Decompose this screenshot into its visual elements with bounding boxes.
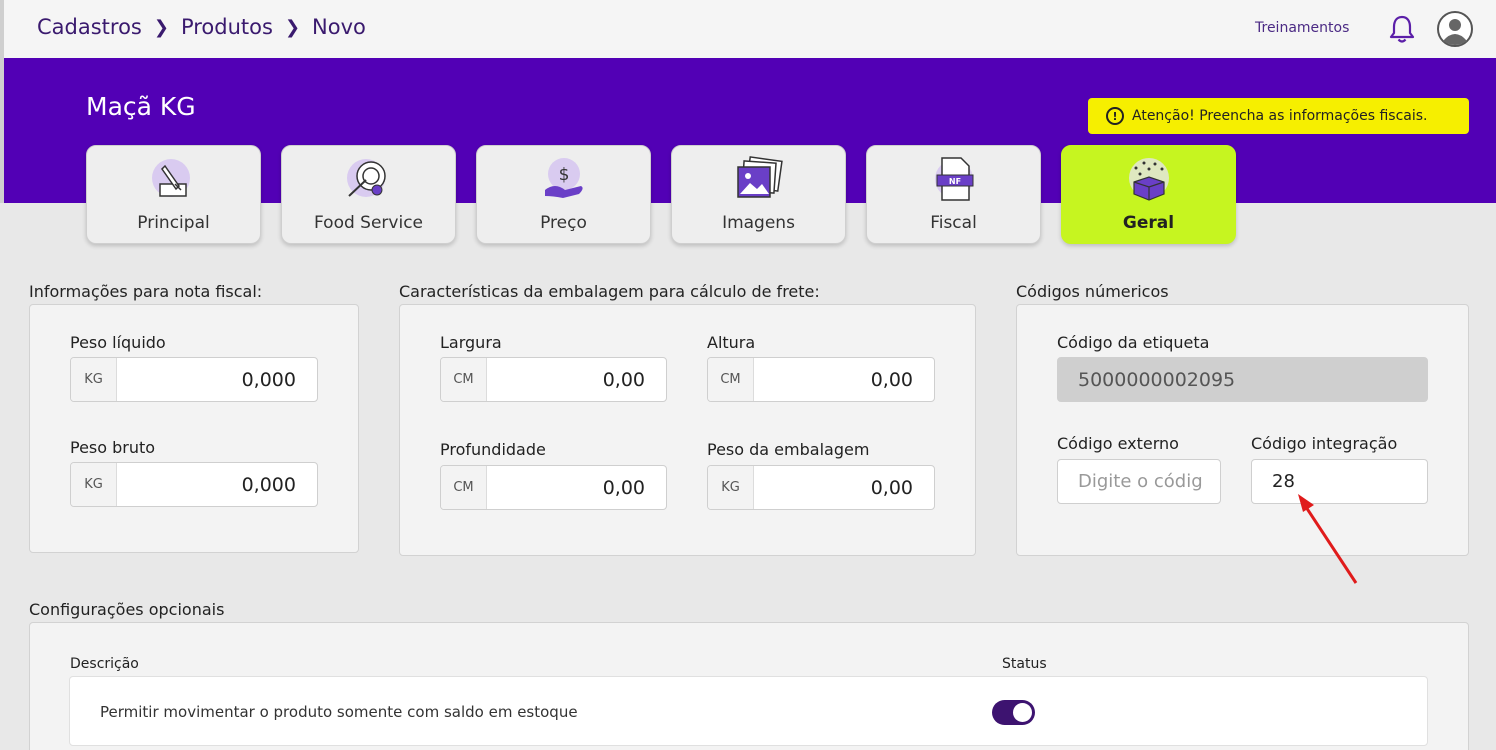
field-value: 0,00 <box>602 368 645 391</box>
table-row: Permitir movimentar o produto somente co… <box>69 676 1428 746</box>
tab-imagens[interactable]: Imagens <box>671 145 846 244</box>
column-header-status: Status <box>1002 656 1047 672</box>
treinamentos-link[interactable]: Treinamentos <box>1255 20 1349 36</box>
images-icon <box>737 156 783 198</box>
box-icon <box>1129 158 1169 201</box>
field-value: 5000000002095 <box>1078 368 1236 391</box>
unit-badge: KG <box>71 463 117 506</box>
field-value: 28 <box>1272 471 1295 492</box>
tab-principal[interactable]: Principal <box>86 145 261 244</box>
food-service-icon <box>347 159 386 197</box>
field-value: 0,00 <box>870 368 913 391</box>
label-peso-embalagem: Peso da embalagem <box>707 440 870 459</box>
unit-badge: KG <box>708 466 754 509</box>
status-toggle[interactable] <box>992 700 1035 725</box>
tab-preco[interactable]: $ Preço <box>476 145 651 244</box>
peso-bruto-input[interactable]: KG 0,000 <box>70 462 318 507</box>
alert-text: Atenção! Preencha as informações fiscais… <box>1132 108 1428 124</box>
label-largura: Largura <box>440 333 502 352</box>
toggle-knob <box>1013 703 1032 722</box>
breadcrumb-novo: Novo <box>312 15 366 39</box>
annotation-arrow-icon <box>1298 494 1358 584</box>
field-value: 0,00 <box>602 476 645 499</box>
altura-input[interactable]: CM 0,00 <box>707 357 935 402</box>
label-codigo-externo: Código externo <box>1057 434 1179 453</box>
tab-label: Principal <box>137 213 210 233</box>
breadcrumb: Cadastros ❯ Produtos ❯ Novo <box>37 15 366 39</box>
nf-document-icon: NF <box>935 157 974 201</box>
bell-icon[interactable] <box>1388 14 1416 44</box>
user-avatar-icon[interactable] <box>1437 11 1473 47</box>
field-value: 0,000 <box>241 368 296 391</box>
svg-text:NF: NF <box>949 177 961 186</box>
label-peso-liquido: Peso líquido <box>70 333 166 352</box>
peso-embalagem-input[interactable]: KG 0,00 <box>707 465 935 510</box>
unit-badge: CM <box>708 358 754 401</box>
tab-fiscal[interactable]: NF Fiscal <box>866 145 1041 244</box>
tab-label: Preço <box>540 213 587 233</box>
warning-icon: ! <box>1106 107 1124 125</box>
peso-liquido-input[interactable]: KG 0,000 <box>70 357 318 402</box>
section-title-codigos: Códigos númericos <box>1016 282 1169 301</box>
tab-label: Imagens <box>722 213 795 233</box>
section-title-embalagem: Características da embalagem para cálcul… <box>399 282 820 301</box>
chevron-right-icon: ❯ <box>284 16 301 38</box>
field-value: 0,000 <box>241 473 296 496</box>
fiscal-alert: ! Atenção! Preencha as informações fisca… <box>1088 98 1469 134</box>
codigo-etiqueta-input: 5000000002095 <box>1057 357 1428 402</box>
section-title-nota-fiscal: Informações para nota fiscal: <box>29 282 263 301</box>
tab-geral[interactable]: Geral <box>1061 145 1236 244</box>
tab-label: Geral <box>1122 213 1175 233</box>
chevron-right-icon: ❯ <box>153 16 169 38</box>
codigo-externo-input[interactable]: Digite o códig <box>1057 459 1221 504</box>
label-codigo-integracao: Código integração <box>1251 434 1398 453</box>
unit-badge: KG <box>71 358 117 401</box>
label-altura: Altura <box>707 333 756 352</box>
tab-label: Food Service <box>314 213 423 233</box>
breadcrumb-cadastros[interactable]: Cadastros <box>37 15 142 39</box>
tab-label: Fiscal <box>930 213 977 233</box>
unit-badge: CM <box>441 358 487 401</box>
field-value: 0,00 <box>870 476 913 499</box>
label-profundidade: Profundidade <box>440 440 546 459</box>
field-placeholder: Digite o códig <box>1078 471 1203 492</box>
unit-badge: CM <box>441 466 487 509</box>
section-title-opcionais: Configurações opcionais <box>29 600 225 619</box>
profundidade-input[interactable]: CM 0,00 <box>440 465 667 510</box>
svg-text:$: $ <box>559 165 570 185</box>
label-peso-bruto: Peso bruto <box>70 438 156 457</box>
breadcrumb-produtos[interactable]: Produtos <box>181 15 273 39</box>
product-title: Maçã KG <box>86 92 196 121</box>
largura-input[interactable]: CM 0,00 <box>440 357 667 402</box>
label-codigo-etiqueta: Código da etiqueta <box>1057 333 1210 352</box>
column-header-descricao: Descrição <box>70 656 139 672</box>
top-bar: Cadastros ❯ Produtos ❯ Novo Treinamentos <box>0 0 1496 58</box>
edit-icon <box>152 159 190 197</box>
row-description: Permitir movimentar o produto somente co… <box>100 703 578 721</box>
tab-food-service[interactable]: Food Service <box>281 145 456 244</box>
price-icon: $ <box>545 158 583 198</box>
